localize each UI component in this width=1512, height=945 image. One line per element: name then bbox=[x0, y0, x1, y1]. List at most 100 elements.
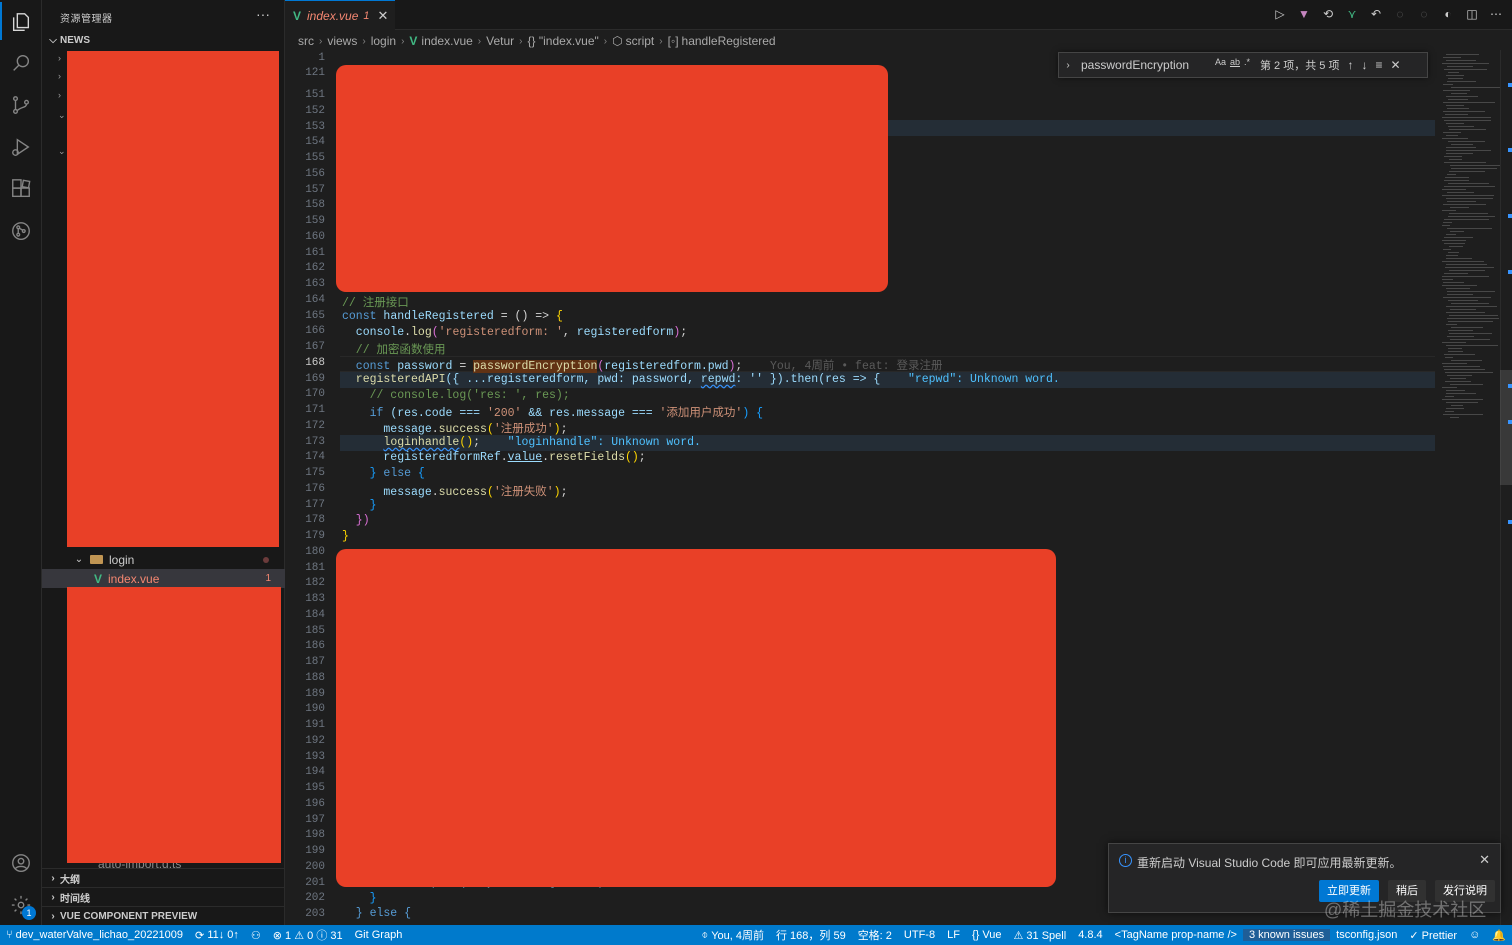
breadcrumb-item[interactable]: views bbox=[327, 34, 357, 48]
next-match-icon[interactable]: ↓ bbox=[1361, 58, 1367, 72]
extensions-icon[interactable] bbox=[9, 177, 33, 201]
explorer-more-button[interactable]: ··· bbox=[256, 6, 270, 22]
activity-bar: 1 bbox=[0, 0, 42, 925]
git-graph-status[interactable]: Git Graph bbox=[349, 929, 409, 941]
tab-error-count: 1 bbox=[363, 9, 370, 22]
problems-status[interactable]: ⊗ 1 ⚠ 0 ⓘ 31 bbox=[267, 927, 349, 943]
line-number: 178 bbox=[305, 514, 325, 527]
blame-status[interactable]: ⌽ You, 4周前 bbox=[696, 927, 770, 943]
search-icon[interactable] bbox=[9, 51, 33, 75]
live-share-icon[interactable]: ⚇ bbox=[245, 929, 267, 942]
account-icon[interactable] bbox=[9, 851, 33, 875]
encoding-status[interactable]: UTF-8 bbox=[898, 929, 941, 941]
explorer-icon[interactable] bbox=[9, 10, 33, 34]
chevron-right-icon: › bbox=[51, 911, 55, 922]
match-whole-word-icon[interactable]: ab bbox=[1230, 57, 1240, 67]
section-timeline[interactable]: › 时间线 bbox=[42, 887, 285, 907]
minimap-line bbox=[1442, 363, 1467, 364]
chevron-right-icon[interactable]: › bbox=[58, 71, 61, 81]
indentation-status[interactable]: 空格: 2 bbox=[852, 927, 898, 943]
prettier-status[interactable]: ✓ Prettier bbox=[1403, 929, 1463, 942]
git-graph-icon[interactable] bbox=[9, 219, 33, 243]
explorer-title: 资源管理器 bbox=[60, 14, 113, 25]
match-case-icon[interactable]: Aa bbox=[1215, 57, 1226, 67]
git-lens-icon[interactable]: ◐ bbox=[1440, 6, 1456, 22]
branch-icon: ⑂ bbox=[6, 929, 16, 941]
language-mode[interactable]: {} Vue bbox=[966, 929, 1008, 941]
use-regex-icon[interactable]: .* bbox=[1244, 57, 1250, 67]
tsconfig-status[interactable]: tsconfig.json bbox=[1330, 929, 1403, 941]
notifications-bell-icon[interactable]: 🔔 bbox=[1486, 929, 1512, 942]
breadcrumb-item[interactable]: login bbox=[371, 34, 396, 48]
run-debug-icon[interactable] bbox=[9, 135, 33, 159]
cursor-position[interactable]: 行 168，列 59 bbox=[770, 927, 852, 943]
breadcrumb-item[interactable]: Vetur bbox=[486, 34, 514, 48]
breadcrumb-item[interactable]: script bbox=[626, 34, 655, 48]
feedback-icon[interactable]: ☺ bbox=[1463, 929, 1486, 941]
eol-status[interactable]: LF bbox=[941, 929, 966, 941]
previous-match-icon[interactable]: ↑ bbox=[1347, 58, 1353, 72]
minimap-line bbox=[1445, 381, 1471, 382]
minimap-line bbox=[1443, 282, 1464, 283]
minimap-line bbox=[1443, 111, 1485, 112]
spell-status[interactable]: ⚠ 31 Spell bbox=[1008, 929, 1073, 942]
redacted-file-tree-bottom bbox=[67, 587, 281, 863]
go-back-icon[interactable]: ↶ bbox=[1368, 6, 1384, 22]
chevron-down-icon[interactable]: ⌄ bbox=[58, 110, 66, 121]
history-icon[interactable]: ⟲ bbox=[1320, 6, 1336, 22]
branch-status[interactable]: ⑂ dev_waterValve_lichao_20221009 bbox=[0, 929, 189, 941]
previous-change-icon[interactable]: ◌ bbox=[1392, 6, 1408, 22]
tagname-status[interactable]: <TagName prop-name /> bbox=[1109, 929, 1243, 941]
minimap[interactable] bbox=[1440, 50, 1502, 925]
minimap-line bbox=[1449, 270, 1485, 271]
chevron-down-icon[interactable]: ⌄ bbox=[58, 146, 66, 157]
more-actions-icon[interactable]: ⋯ bbox=[1488, 6, 1504, 22]
known-issues-status[interactable]: 3 known issues bbox=[1242, 929, 1331, 941]
minimap-line bbox=[1446, 147, 1476, 148]
toggle-replace-chevron-icon[interactable]: › bbox=[1059, 60, 1077, 71]
tree-file-index-vue[interactable]: V index.vue 1 bbox=[42, 569, 285, 588]
code-editor[interactable]: 1 121 151 152 153 154 155 156 157 158 159 160 161 162… bbox=[285, 50, 1440, 925]
breadcrumb-item[interactable]: {} "index.vue" bbox=[528, 34, 599, 48]
tab-index-vue[interactable]: V index.vue 1 ✕ bbox=[285, 0, 395, 30]
ts-version[interactable]: 4.8.4 bbox=[1072, 929, 1108, 941]
vertical-scrollbar[interactable] bbox=[1500, 50, 1512, 925]
minimap-line bbox=[1451, 93, 1467, 94]
tab-close-icon[interactable]: ✕ bbox=[378, 8, 389, 24]
find-query: passwordEncryption bbox=[1081, 58, 1190, 72]
breadcrumb-item[interactable]: handleRegistered bbox=[682, 34, 776, 48]
tree-folder-login[interactable]: ⌄ login bbox=[42, 550, 285, 569]
source-control-icon[interactable] bbox=[9, 93, 33, 117]
minimap-line bbox=[1444, 180, 1469, 181]
vite-icon[interactable]: ▼ bbox=[1296, 6, 1312, 22]
minimap-line bbox=[1450, 378, 1466, 379]
minimap-line bbox=[1447, 294, 1473, 295]
line-number: 174 bbox=[305, 451, 325, 464]
minimap-line bbox=[1446, 390, 1465, 391]
close-find-icon[interactable]: ✕ bbox=[1390, 58, 1400, 72]
breadcrumb-item[interactable]: index.vue bbox=[421, 34, 472, 48]
notification-close-icon[interactable]: ✕ bbox=[1479, 852, 1490, 868]
section-outline[interactable]: › 大纲 bbox=[42, 868, 285, 888]
sync-status[interactable]: ⟳ 11↓ 0↑ bbox=[189, 929, 245, 942]
find-input[interactable]: passwordEncryption Aa ab .* bbox=[1077, 54, 1252, 76]
minimap-line bbox=[1442, 285, 1477, 286]
minimap-line bbox=[1445, 357, 1453, 358]
next-change-icon[interactable]: ◌ bbox=[1416, 6, 1432, 22]
breadcrumb-item[interactable]: src bbox=[298, 34, 314, 48]
section-news[interactable]: ⌵ NEWS bbox=[42, 30, 285, 50]
minimap-line bbox=[1444, 354, 1475, 355]
split-editor-icon[interactable]: ◫ bbox=[1464, 6, 1480, 22]
find-in-selection-icon[interactable]: ≡ bbox=[1375, 58, 1382, 72]
section-vue-preview[interactable]: › VUE COMPONENT PREVIEW bbox=[42, 906, 285, 926]
run-icon[interactable]: ▷ bbox=[1272, 6, 1288, 22]
minimap-line bbox=[1450, 207, 1469, 208]
vue-devtools-icon[interactable]: ⋎ bbox=[1344, 6, 1360, 22]
chevron-right-icon[interactable]: › bbox=[58, 90, 61, 100]
line-number: 153 bbox=[305, 120, 325, 133]
line-number: 154 bbox=[305, 136, 325, 149]
minimap-line bbox=[1446, 96, 1478, 97]
info-icon: i bbox=[1119, 854, 1132, 867]
chevron-right-icon[interactable]: › bbox=[58, 53, 61, 63]
minimap-line bbox=[1445, 177, 1469, 178]
